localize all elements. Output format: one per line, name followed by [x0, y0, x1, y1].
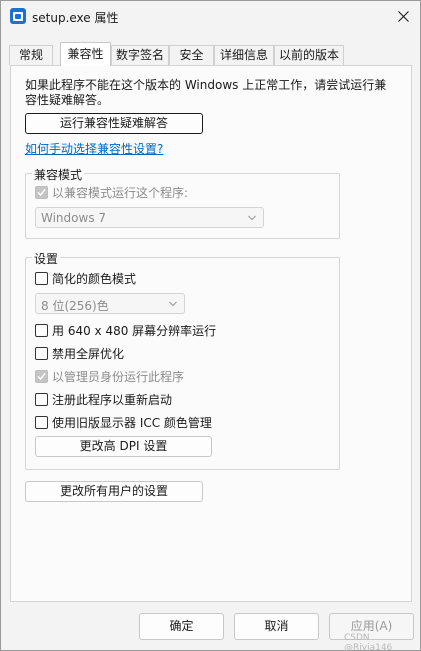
register-restart-checkbox[interactable]	[35, 393, 48, 406]
settings-group-label: 设置	[32, 250, 61, 267]
reduced-color-row[interactable]: 简化的颜色模式	[35, 270, 136, 287]
checkmark-icon	[37, 189, 46, 197]
disable-fullscreen-checkbox[interactable]	[35, 347, 48, 360]
run-troubleshooter-button[interactable]: 运行兼容性疑难解答	[25, 113, 203, 134]
tab-digital-signatures[interactable]: 数字签名	[111, 45, 169, 65]
compat-mode-group: 兼容模式 以兼容模式运行这个程序: Windows 7	[25, 166, 340, 239]
compat-description: 如果此程序不能在这个版本的 Windows 上正常工作，请尝试运行兼容性疑难解答…	[25, 78, 387, 107]
chevron-down-icon	[248, 215, 256, 221]
disable-fullscreen-row[interactable]: 禁用全屏优化	[35, 345, 124, 362]
register-restart-label: 注册此程序以重新启动	[52, 393, 173, 407]
os-version-select[interactable]: Windows 7	[35, 207, 264, 228]
res-640-checkbox[interactable]	[35, 324, 48, 337]
tab-details[interactable]: 详细信息	[214, 45, 274, 65]
compat-mode-checkbox[interactable]	[35, 186, 48, 199]
legacy-icc-row[interactable]: 使用旧版显示器 ICC 颜色管理	[35, 414, 212, 431]
legacy-icc-label: 使用旧版显示器 ICC 颜色管理	[52, 416, 212, 430]
change-all-users-button[interactable]: 更改所有用户的设置	[25, 481, 203, 502]
change-dpi-button[interactable]: 更改高 DPI 设置	[35, 436, 212, 457]
res-640-label: 用 640 x 480 屏幕分辨率运行	[52, 324, 217, 338]
tab-previous-versions[interactable]: 以前的版本	[274, 45, 344, 65]
ok-button[interactable]: 确定	[139, 613, 224, 640]
reduced-color-checkbox[interactable]	[35, 272, 48, 285]
properties-dialog: setup.exe 属性 常规 兼容性 数字签名 安全 详细信息 以前的版本 如…	[0, 0, 421, 651]
run-as-admin-row[interactable]: 以管理员身份运行此程序	[35, 368, 184, 385]
watermark-text: CSDN @Rivia146	[344, 633, 393, 651]
reduced-color-label: 简化的颜色模式	[52, 272, 137, 286]
compatibility-panel: 如果此程序不能在这个版本的 Windows 上正常工作，请尝试运行兼容性疑难解答…	[10, 65, 412, 602]
close-button[interactable]	[390, 4, 416, 28]
tab-compatibility[interactable]: 兼容性	[60, 42, 111, 66]
setup-app-icon	[10, 8, 26, 24]
register-restart-row[interactable]: 注册此程序以重新启动	[35, 391, 172, 408]
checkmark-icon	[37, 373, 46, 381]
close-icon	[397, 10, 409, 22]
title-bar: setup.exe 属性	[1, 1, 420, 33]
compat-mode-group-label: 兼容模式	[32, 166, 85, 183]
chevron-down-icon	[169, 301, 177, 307]
window-title: setup.exe 属性	[32, 11, 119, 25]
color-depth-select[interactable]: 8 位(256)色	[35, 293, 185, 314]
legacy-icc-checkbox[interactable]	[35, 416, 48, 429]
run-as-admin-checkbox[interactable]	[35, 370, 48, 383]
compat-mode-label: 以兼容模式运行这个程序:	[52, 186, 189, 200]
settings-group: 设置 简化的颜色模式 8 位(256)色 用 640 x 480 屏幕分辨率运行…	[25, 250, 340, 470]
cancel-button[interactable]: 取消	[234, 613, 319, 640]
manual-settings-link[interactable]: 如何手动选择兼容性设置?	[25, 140, 163, 157]
res-640-row[interactable]: 用 640 x 480 屏幕分辨率运行	[35, 322, 216, 339]
tab-security[interactable]: 安全	[169, 45, 214, 65]
compat-mode-row[interactable]: 以兼容模式运行这个程序:	[35, 184, 188, 201]
disable-fullscreen-label: 禁用全屏优化	[52, 347, 125, 361]
os-version-value: Windows 7	[41, 211, 107, 225]
color-depth-value: 8 位(256)色	[41, 299, 109, 313]
run-as-admin-label: 以管理员身份运行此程序	[52, 370, 185, 384]
tab-general[interactable]: 常规	[9, 45, 53, 65]
